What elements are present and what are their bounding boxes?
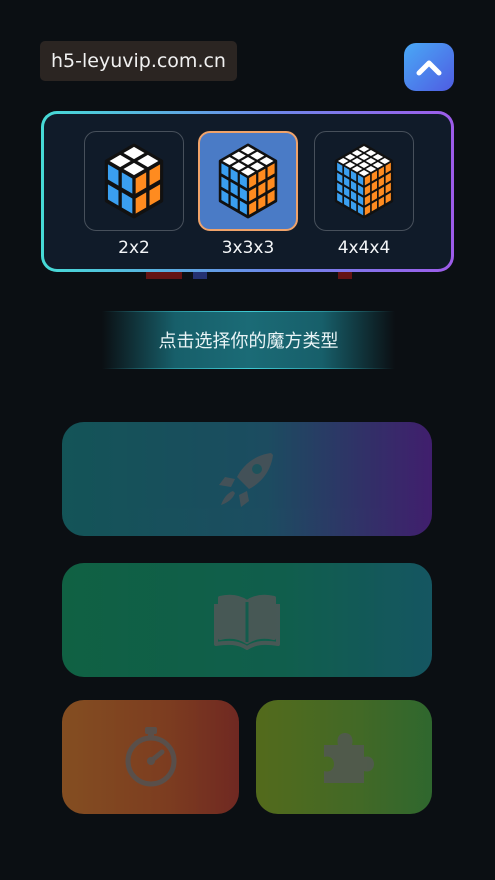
chevron-up-icon: [416, 60, 442, 76]
cube-label: 2x2: [118, 238, 150, 258]
puzzle-button[interactable]: [256, 700, 432, 814]
rocket-mode-button[interactable]: [62, 422, 432, 536]
cube-label: 3x3x3: [221, 238, 275, 258]
cube-4x4x4-icon: [334, 143, 394, 219]
url-badge: h5-leyuvip.com.cn: [40, 41, 237, 81]
cube-option-3x3x3[interactable]: 3x3x3: [198, 131, 300, 267]
url-text: h5-leyuvip.com.cn: [51, 50, 226, 72]
cube-tile: [84, 131, 184, 231]
prompt-text: 点击选择你的魔方类型: [158, 331, 339, 352]
cube-3x3x3-icon: [218, 143, 278, 219]
cube-body: [218, 143, 278, 219]
cube-label: 4x4x4: [337, 238, 391, 258]
collapse-button[interactable]: [404, 43, 454, 91]
prompt-banner: 点击选择你的魔方类型: [102, 311, 395, 369]
cube-2x2-icon: [104, 143, 164, 219]
cube-option-2x2[interactable]: 2x2: [84, 131, 186, 267]
puzzle-icon: [324, 733, 374, 783]
decorative-strip: [338, 272, 352, 279]
cube-type-selector: 2x2 3x3x3 4x4x4: [41, 111, 454, 272]
book-icon: [214, 594, 280, 650]
cube-tile: [314, 131, 414, 231]
stopwatch-icon: [125, 727, 176, 787]
decorative-strip: [146, 272, 182, 279]
decorative-strip: [193, 272, 207, 279]
rocket-icon: [219, 453, 273, 507]
timer-button[interactable]: [62, 700, 239, 814]
cube-option-4x4x4[interactable]: 4x4x4: [314, 131, 416, 267]
tutorial-button[interactable]: [62, 563, 432, 677]
cube-tile: [198, 131, 298, 231]
